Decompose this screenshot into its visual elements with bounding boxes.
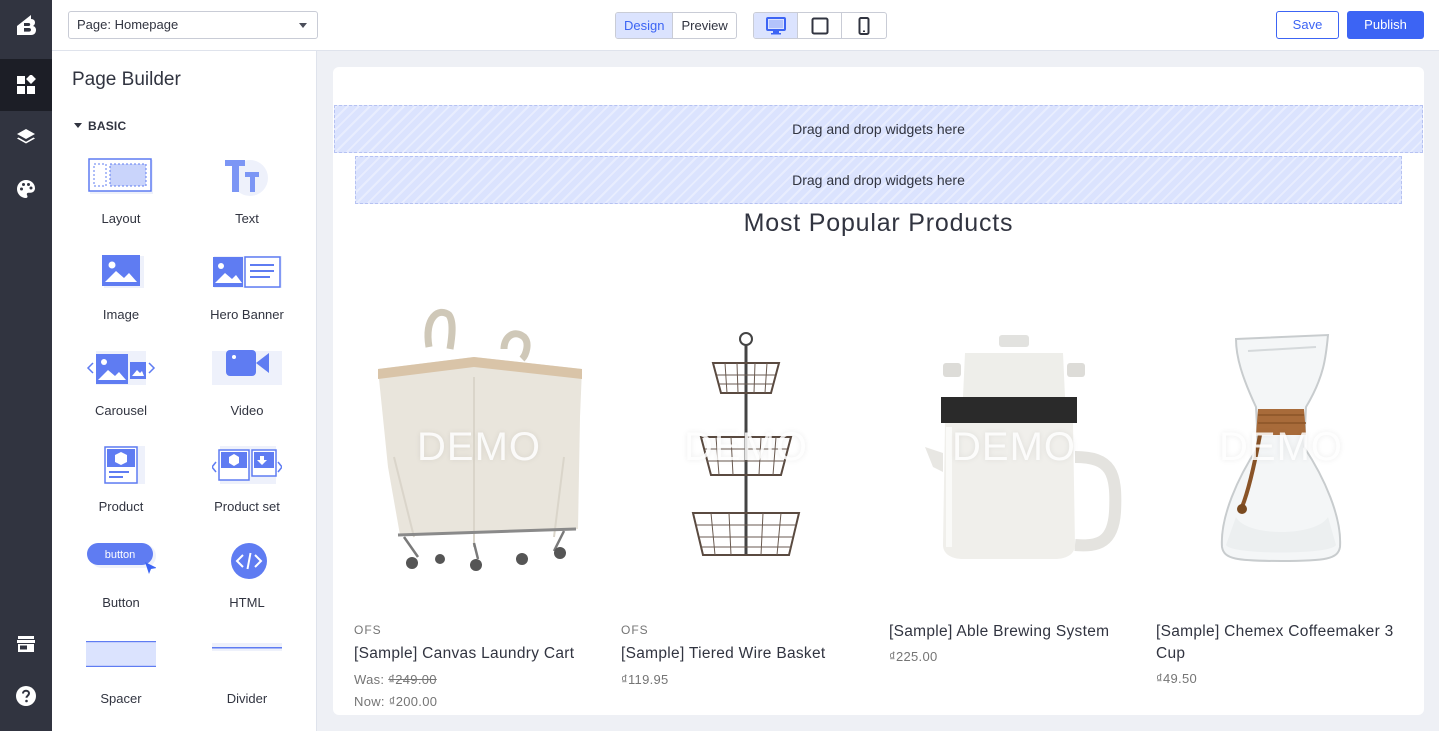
product-was-price: Was: ₫249.00 xyxy=(354,672,437,687)
panel-title: Page Builder xyxy=(72,69,181,90)
html-icon xyxy=(231,543,267,579)
page-builder-panel: Page Builder BASIC Layout Text Image Her… xyxy=(52,51,317,731)
demo-watermark: DEMO xyxy=(1219,425,1343,469)
product-card[interactable]: DEMO OFS [Sample] Canvas Laundry Cart Wa… xyxy=(354,297,604,715)
spacer-icon xyxy=(86,641,156,667)
publish-button[interactable]: Publish xyxy=(1347,11,1424,39)
page-select-value: Page: Homepage xyxy=(77,17,179,32)
widget-label: Video xyxy=(230,403,264,418)
section-label: BASIC xyxy=(88,119,127,133)
demo-watermark: DEMO xyxy=(417,425,541,469)
tablet-icon[interactable] xyxy=(798,13,842,38)
palette-icon[interactable] xyxy=(0,163,52,215)
product-name[interactable]: [Sample] Canvas Laundry Cart xyxy=(354,643,604,665)
widget-label: Layout xyxy=(101,211,141,226)
widget-button[interactable]: button Button xyxy=(61,542,181,622)
widget-product-set[interactable]: Product set xyxy=(187,446,307,526)
widget-image[interactable]: Image xyxy=(61,254,181,334)
drop-zone-1[interactable]: Drag and drop widgets here xyxy=(334,105,1423,153)
hero-banner-icon xyxy=(213,256,282,288)
svg-text:button: button xyxy=(105,549,136,561)
demo-watermark: DEMO xyxy=(952,425,1076,469)
widget-hero-banner[interactable]: Hero Banner xyxy=(187,254,307,334)
widget-label: Product set xyxy=(214,499,280,514)
caret-down-icon xyxy=(74,123,82,128)
widgets-icon[interactable] xyxy=(0,59,52,111)
product-brand: OFS xyxy=(621,623,649,637)
product-name[interactable]: [Sample] Able Brewing System xyxy=(889,621,1139,643)
help-icon[interactable] xyxy=(0,670,52,722)
top-bar: Page: Homepage Design Preview Save Publi… xyxy=(52,0,1439,51)
product-set-icon xyxy=(212,446,282,484)
layers-icon[interactable] xyxy=(0,111,52,163)
widget-label: Text xyxy=(235,211,259,226)
widget-label: Button xyxy=(102,595,140,610)
product-card[interactable]: DEMO OFS [Sample] Tiered Wire Basket ₫11… xyxy=(621,297,871,715)
now-value: ₫200.00 xyxy=(388,694,438,709)
widget-label: HTML xyxy=(229,595,265,610)
product-price: ₫49.50 xyxy=(1156,671,1198,686)
button-icon: button xyxy=(87,543,156,574)
product-card[interactable]: DEMO [Sample] Chemex Coffeemaker 3 Cup ₫… xyxy=(1156,297,1406,715)
demo-watermark: DEMO xyxy=(684,425,808,469)
mobile-icon[interactable] xyxy=(842,13,886,38)
drop-zone-2[interactable]: Drag and drop widgets here xyxy=(355,156,1402,204)
page-canvas: Drag and drop widgets here Drag and drop… xyxy=(333,67,1424,715)
was-label: Was: xyxy=(354,672,385,687)
widget-label: Product xyxy=(98,499,144,514)
left-rail xyxy=(0,0,52,731)
product-now-price: Now: ₫200.00 xyxy=(354,694,437,709)
mode-toggle: Design Preview xyxy=(615,12,737,39)
desktop-icon[interactable] xyxy=(754,13,798,38)
widget-carousel[interactable]: Carousel xyxy=(61,350,181,430)
product-icon xyxy=(104,446,145,484)
device-toggle xyxy=(753,12,887,39)
widget-html[interactable]: HTML xyxy=(187,542,307,622)
widget-label: Carousel xyxy=(94,403,148,418)
widget-layout[interactable]: Layout xyxy=(61,158,181,238)
storefront-icon[interactable] xyxy=(0,618,52,670)
tab-design[interactable]: Design xyxy=(616,13,674,38)
widget-label: Divider xyxy=(226,691,268,706)
product-name[interactable]: [Sample] Tiered Wire Basket xyxy=(621,643,871,665)
widget-label: Spacer xyxy=(100,691,142,706)
chevron-down-icon xyxy=(299,23,307,28)
video-icon xyxy=(212,350,282,385)
widget-label: Image xyxy=(102,307,140,322)
tab-preview[interactable]: Preview xyxy=(673,13,735,38)
product-price: ₫119.95 xyxy=(621,672,669,687)
was-value: ₫249.00 xyxy=(388,672,437,687)
widget-label: Hero Banner xyxy=(210,307,284,322)
layout-icon xyxy=(88,158,153,194)
image-icon xyxy=(102,255,144,288)
save-button[interactable]: Save xyxy=(1276,11,1339,39)
text-icon xyxy=(225,160,268,196)
widget-divider[interactable]: Divider xyxy=(187,638,307,718)
widget-text[interactable]: Text xyxy=(187,158,307,238)
bigcommerce-logo-icon[interactable] xyxy=(0,0,52,50)
page-select[interactable]: Page: Homepage xyxy=(68,11,318,39)
section-title: Most Popular Products xyxy=(743,209,1014,237)
product-brand: OFS xyxy=(354,623,382,637)
widget-product[interactable]: Product xyxy=(61,446,181,526)
carousel-icon xyxy=(86,351,156,385)
product-name[interactable]: [Sample] Chemex Coffeemaker 3 Cup xyxy=(1156,621,1406,665)
widget-video[interactable]: Video xyxy=(187,350,307,430)
product-card[interactable]: DEMO [Sample] Able Brewing System ₫225.0… xyxy=(889,297,1139,715)
now-label: Now: xyxy=(354,694,385,709)
widget-spacer[interactable]: Spacer xyxy=(61,638,181,718)
divider-icon xyxy=(212,643,282,651)
product-price: ₫225.00 xyxy=(889,649,938,664)
section-basic[interactable]: BASIC xyxy=(74,119,126,133)
